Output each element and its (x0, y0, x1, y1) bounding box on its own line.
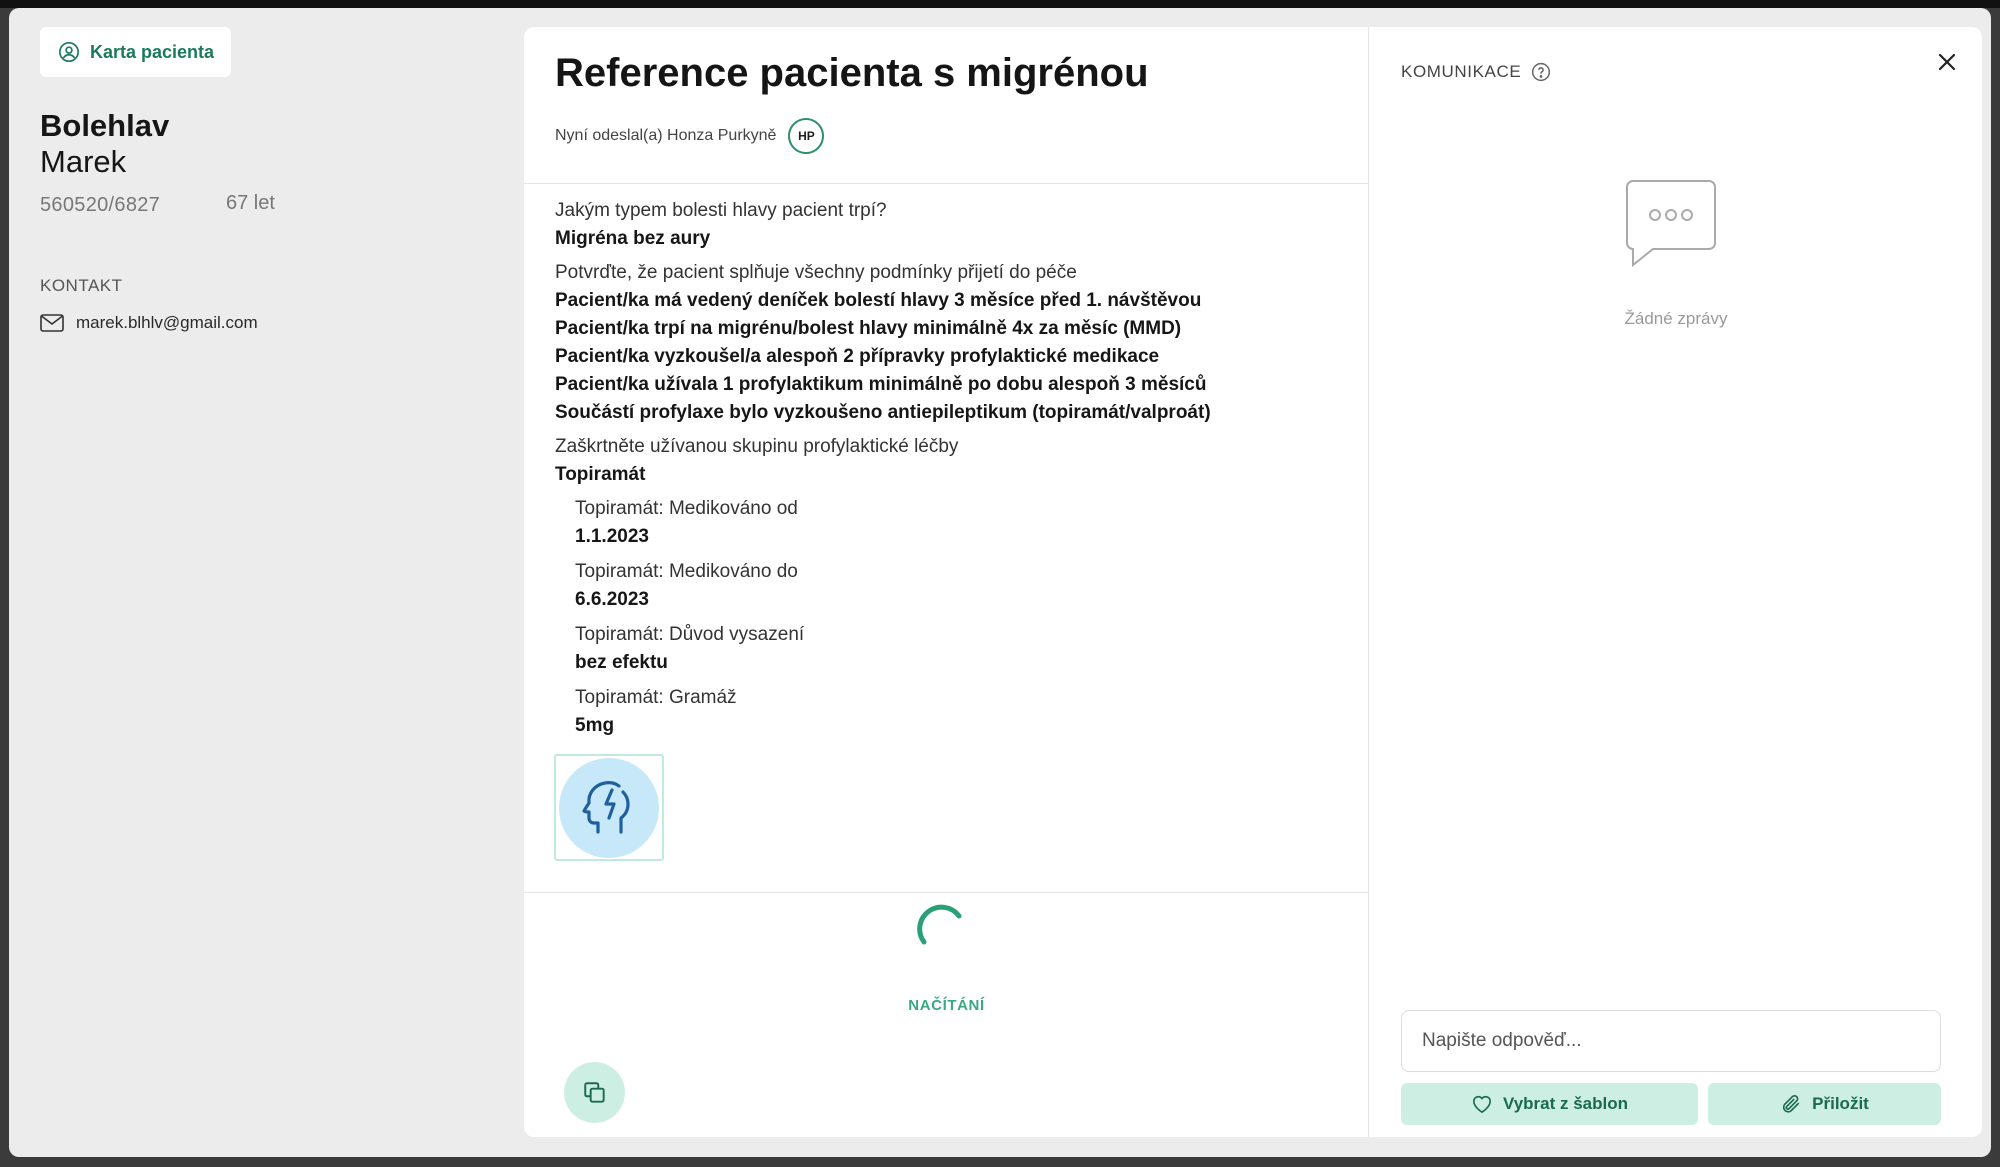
page-title: Reference pacienta s migrénou (555, 51, 1149, 95)
user-circle-icon (59, 42, 79, 62)
patient-email[interactable]: marek.blhlv@gmail.com (40, 313, 258, 333)
paperclip-icon (1783, 1094, 1800, 1113)
communication-panel: KOMUNIKACE Žádné zprávy Napište odpověď.… (1370, 27, 1982, 1137)
answer-condition: Součástí profylaxe bylo vyzkoušeno antie… (555, 402, 1211, 423)
patient-age: 67 let (226, 192, 275, 214)
migraine-head-icon (582, 780, 630, 834)
help-circle-icon[interactable] (1531, 62, 1551, 82)
select-template-button[interactable]: Vybrat z šablon (1401, 1083, 1698, 1125)
top-bar (0, 0, 2000, 8)
header-divider (524, 183, 1369, 184)
sender-avatar: HP (788, 118, 825, 154)
question-headache-type: Jakým typem bolesti hlavy pacient trpí? (555, 200, 887, 221)
attachment-thumbnail[interactable] (554, 754, 664, 861)
patient-card-label: Karta pacienta (90, 41, 215, 62)
detail-label: Topiramát: Důvod vysazení (575, 624, 805, 645)
reply-input[interactable] (1401, 1010, 1941, 1072)
detail-value: bez efektu (575, 652, 668, 673)
patient-email-text: marek.blhlv@gmail.com (76, 313, 258, 332)
patient-surname: Bolehlav (40, 108, 170, 143)
app-window: Karta pacienta Bolehlav Marek 560520/682… (9, 8, 1991, 1157)
communication-heading: KOMUNIKACE (1401, 62, 1551, 82)
detail-item: Topiramát: Medikováno do 6.6.2023 (575, 558, 1345, 614)
heart-icon (1472, 1095, 1491, 1114)
reference-content: Reference pacienta s migrénou Nyní odesl… (524, 27, 1369, 1137)
answer-condition: Pacient/ka vyzkoušel/a alespoň 2 příprav… (555, 346, 1160, 367)
answer-condition: Pacient/ka užívala 1 profylaktikum minim… (555, 374, 1207, 395)
detail-label: Topiramát: Medikováno do (575, 561, 798, 582)
close-button[interactable] (1932, 47, 1962, 77)
loading-text: NAČÍTÁNÍ (908, 997, 985, 1014)
loading-spinner-icon (917, 904, 962, 945)
no-messages-text: Žádné zprávy (1624, 309, 1728, 328)
content-divider (524, 892, 1369, 893)
detail-label: Topiramát: Gramáž (575, 687, 737, 708)
patient-panel: Karta pacienta Bolehlav Marek 560520/682… (9, 8, 519, 1157)
close-icon (1938, 53, 1956, 71)
communication-heading-text: KOMUNIKACE (1401, 62, 1522, 81)
patient-firstname: Marek (40, 144, 127, 179)
patient-birth-number: 560520/6827 (40, 194, 161, 216)
detail-item: Topiramát: Důvod vysazení bez efektu (575, 621, 1345, 677)
detail-value: 1.1.2023 (575, 526, 649, 547)
question-treatment-group: Zaškrtněte užívanou skupinu profylaktick… (555, 436, 959, 457)
select-template-label: Vybrat z šablon (1502, 1094, 1628, 1113)
reference-dialog: Reference pacienta s migrénou Nyní odesl… (524, 27, 1982, 1137)
detail-label: Topiramát: Medikováno od (575, 498, 798, 519)
answer-treatment-group: Topiramát (555, 464, 646, 485)
sender-info: Nyní odeslal(a) Honza Purkyně HP (555, 118, 825, 154)
contact-heading: KONTAKT (40, 276, 123, 295)
chat-bubble-icon (1626, 180, 1716, 267)
attach-button[interactable]: Přiložit (1708, 1083, 1941, 1125)
copy-button[interactable] (564, 1062, 625, 1123)
answer-condition: Pacient/ka má vedený deníček bolestí hla… (555, 290, 1202, 311)
mail-icon (40, 314, 64, 332)
detail-item: Topiramát: Gramáž 5mg (575, 684, 1345, 740)
detail-value: 5mg (575, 715, 615, 736)
answers-list: Jakým typem bolesti hlavy pacient trpí? … (555, 197, 1345, 747)
answer-headache-type: Migréna bez aury (555, 228, 711, 249)
detail-item: Topiramát: Medikováno od 1.1.2023 (575, 495, 1345, 551)
patient-card-button[interactable]: Karta pacienta (40, 27, 231, 77)
sender-text: Nyní odeslal(a) Honza Purkyně (555, 127, 777, 144)
copy-icon (583, 1081, 605, 1103)
migraine-head-icon-bg (559, 757, 659, 858)
attach-label: Přiložit (1812, 1094, 1869, 1113)
treatment-details: Topiramát: Medikováno od 1.1.2023 Topira… (555, 495, 1345, 740)
answer-condition: Pacient/ka trpí na migrénu/bolest hlavy … (555, 318, 1182, 339)
detail-value: 6.6.2023 (575, 589, 649, 610)
question-conditions: Potvrďte, že pacient splňuje všechny pod… (555, 262, 1077, 283)
